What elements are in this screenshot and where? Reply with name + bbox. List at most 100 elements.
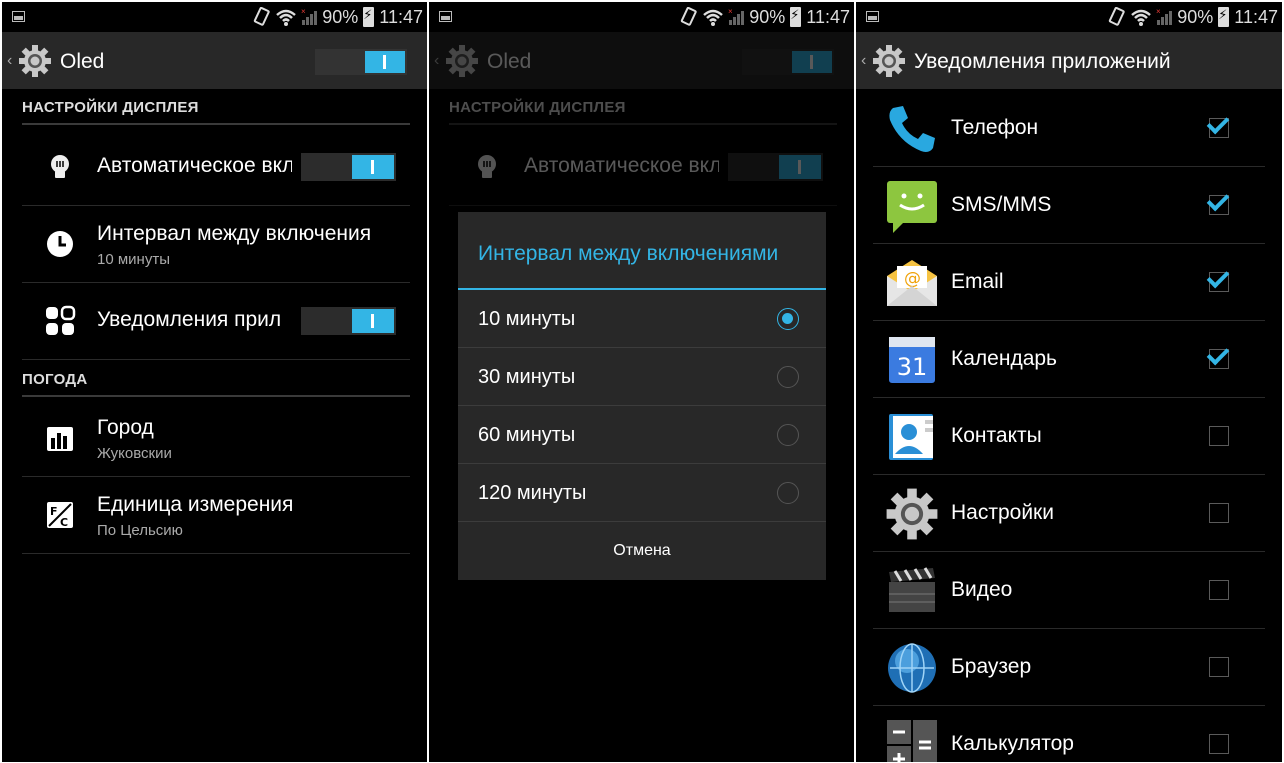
- pref-notifications-title: Уведомления прил: [97, 308, 282, 331]
- app-checkbox-unchecked[interactable]: [1209, 734, 1229, 754]
- app-label: Настройки: [951, 501, 1054, 524]
- app-checkbox-unchecked[interactable]: [1209, 426, 1229, 446]
- pref-city[interactable]: Город Жуковскии: [22, 400, 410, 477]
- clock: 11:47: [1234, 6, 1278, 27]
- page-title: Oled: [487, 50, 532, 73]
- status-bar: × 90% 11:47: [2, 2, 427, 32]
- app-label: SMS/MMS: [951, 193, 1052, 216]
- app-row-phone[interactable]: Телефон: [873, 90, 1265, 167]
- gear-icon[interactable]: [872, 44, 906, 78]
- video-icon: [889, 567, 935, 612]
- app-checkbox-unchecked[interactable]: [1209, 657, 1229, 677]
- svg-text:×: ×: [1156, 8, 1161, 16]
- pref-auto-on-title: Автоматическое вкл: [97, 154, 292, 177]
- app-row-calendar[interactable]: 31 Календарь: [873, 321, 1265, 398]
- battery-icon: [363, 7, 375, 27]
- browser-icon: [888, 643, 936, 693]
- pref-interval-summary: 10 минуты: [97, 251, 170, 268]
- app-checkbox-checked[interactable]: [1209, 272, 1229, 292]
- lightbulb-icon: [51, 155, 69, 178]
- pref-interval[interactable]: Интервал между включения 10 минуты: [22, 206, 410, 283]
- clock: 11:47: [806, 6, 850, 27]
- gear-icon[interactable]: [18, 44, 52, 78]
- dialog-option[interactable]: 120 минуты: [458, 464, 826, 522]
- interval-dialog-screen: × 90% 11:47 ‹ Oled НАСТРОЙКИ ДИСПЛЕЯ Авт…: [429, 2, 854, 762]
- dialog-option[interactable]: 60 минуты: [458, 406, 826, 464]
- pref-auto-on-title: Автоматическое вкл: [524, 154, 719, 177]
- action-bar: ‹ Уведомления приложений: [856, 32, 1282, 89]
- app-label: Контакты: [951, 424, 1042, 447]
- app-label: Видео: [951, 578, 1013, 601]
- dialog-option[interactable]: 30 минуты: [458, 348, 826, 406]
- svg-text:×: ×: [301, 8, 306, 16]
- section-header-display: НАСТРОЙКИ ДИСПЛЕЯ: [449, 99, 837, 125]
- pref-auto-on: Автоматическое вкл: [449, 129, 837, 206]
- clock-icon: [47, 231, 73, 257]
- page-title: Уведомления приложений: [914, 50, 1171, 73]
- pref-auto-on[interactable]: Автоматическое вкл: [22, 129, 410, 206]
- svg-text:F: F: [50, 505, 58, 518]
- contacts-icon: [889, 414, 933, 460]
- interval-dialog: Интервал между включениями 10 минуты 30 …: [458, 212, 826, 580]
- app-checkbox-checked[interactable]: [1209, 195, 1229, 215]
- app-checkbox-checked[interactable]: [1209, 118, 1229, 138]
- app-row-settings[interactable]: Настройки: [873, 475, 1265, 552]
- rotation-icon: [1109, 7, 1125, 26]
- dialog-option-label: 10 минуты: [478, 308, 576, 330]
- email-icon: @: [887, 260, 937, 306]
- page-title: Oled: [60, 50, 105, 73]
- dialog-option[interactable]: 10 минуты: [458, 290, 826, 348]
- battery-icon: [790, 7, 802, 27]
- radio-unselected[interactable]: [777, 424, 799, 446]
- oled-master-switch: [742, 49, 834, 75]
- pref-notifications[interactable]: Уведомления прил: [22, 283, 410, 360]
- oled-settings-screen: × 90% 11:47 ‹ Oled НАСТРОЙКИ ДИСПЛЕЯ Авт…: [2, 2, 427, 762]
- svg-text:×: ×: [728, 8, 733, 16]
- app-label: Календарь: [951, 347, 1057, 370]
- image-notification-icon: [866, 11, 879, 22]
- pref-units[interactable]: FC Единица измерения По Цельсию: [22, 477, 410, 554]
- gear-icon: [446, 45, 478, 77]
- pref-interval-title: Интервал между включения: [97, 222, 372, 245]
- app-row-email[interactable]: @ Email: [873, 244, 1265, 321]
- pref-units-title: Единица измерения: [97, 493, 294, 516]
- cancel-button[interactable]: Отмена: [458, 522, 826, 580]
- settings-icon: [886, 488, 938, 540]
- radio-unselected[interactable]: [777, 482, 799, 504]
- action-bar: ‹ Oled: [2, 32, 427, 89]
- calculator-icon: [887, 720, 937, 762]
- city-icon: [47, 427, 73, 451]
- calendar-icon: 31: [889, 337, 935, 383]
- app-row-browser[interactable]: Браузер: [873, 629, 1265, 706]
- dialog-option-label: 120 минуты: [478, 482, 587, 504]
- calendar-day-number: 31: [897, 353, 928, 381]
- status-bar: × 90% 11:47: [429, 2, 854, 32]
- pref-auto-on-switch: [728, 153, 823, 181]
- action-bar: ‹ Oled: [429, 32, 854, 89]
- oled-master-switch[interactable]: [315, 49, 407, 75]
- app-checkbox-unchecked[interactable]: [1209, 503, 1229, 523]
- back-chevron-icon[interactable]: ‹: [7, 52, 12, 70]
- app-row-calculator[interactable]: Калькулятор: [873, 706, 1265, 762]
- pref-notifications-switch[interactable]: [301, 307, 396, 335]
- pref-city-title: Город: [97, 416, 154, 439]
- battery-percent: 90%: [749, 6, 786, 27]
- battery-icon: [1218, 7, 1230, 27]
- app-label: Email: [951, 270, 1004, 293]
- radio-selected[interactable]: [777, 308, 799, 330]
- app-label: Телефон: [951, 116, 1039, 139]
- back-chevron-icon[interactable]: ‹: [861, 52, 866, 70]
- app-checkbox-unchecked[interactable]: [1209, 580, 1229, 600]
- radio-unselected[interactable]: [777, 366, 799, 388]
- pref-auto-on-switch[interactable]: [301, 153, 396, 181]
- sms-icon: [887, 181, 937, 233]
- section-header-weather: ПОГОДА: [22, 371, 410, 397]
- signal-icon: ×: [728, 8, 745, 25]
- app-row-contacts[interactable]: Контакты: [873, 398, 1265, 475]
- app-label: Калькулятор: [951, 732, 1074, 755]
- app-checkbox-checked[interactable]: [1209, 349, 1229, 369]
- dialog-title: Интервал между включениями: [478, 242, 779, 265]
- app-row-sms[interactable]: SMS/MMS: [873, 167, 1265, 244]
- app-row-video[interactable]: Видео: [873, 552, 1265, 629]
- apps-grid-icon: [46, 305, 76, 335]
